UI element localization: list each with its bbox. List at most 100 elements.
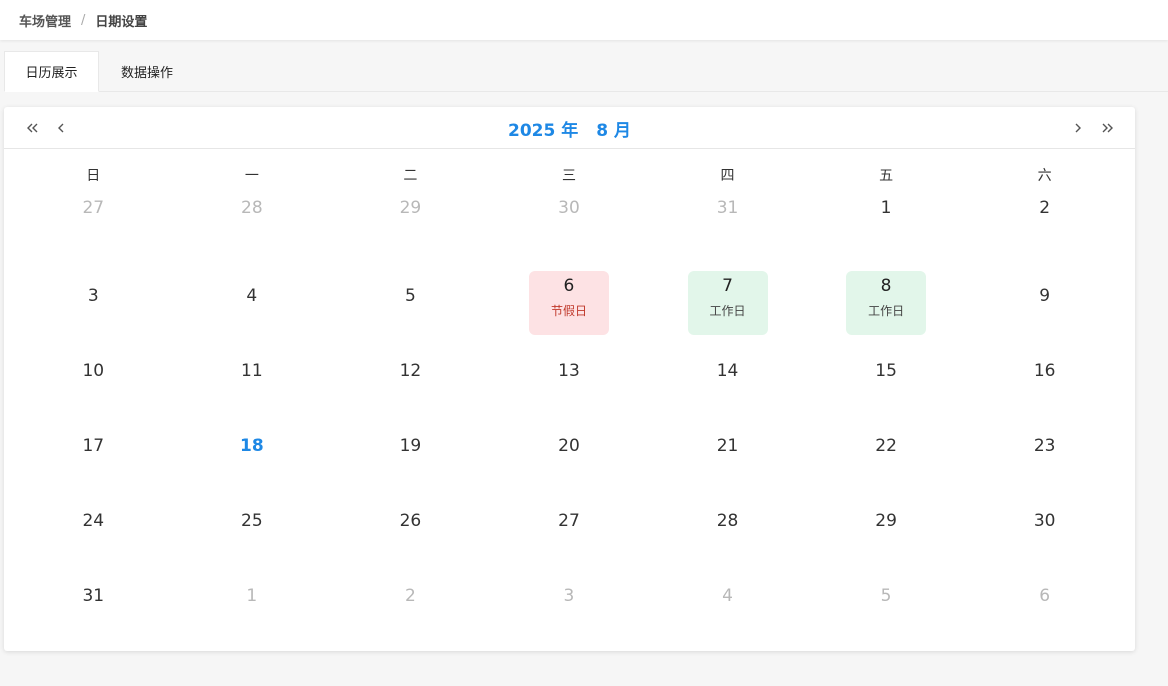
day-number: 7 — [722, 276, 733, 296]
weekday-header-row: 日 一 二 三 四 五 六 — [14, 165, 1124, 185]
calendar-day-other-month[interactable]: 29 — [331, 190, 490, 265]
tab-calendar-view[interactable]: 日历展示 — [4, 51, 99, 92]
calendar-day[interactable]: 23 — [965, 410, 1124, 485]
calendar-day[interactable]: 17 — [14, 410, 173, 485]
day-number: 14 — [716, 361, 739, 381]
calendar-day[interactable]: 27 — [490, 485, 649, 560]
day-number: 20 — [558, 436, 580, 456]
calendar-day-other-month[interactable]: 6 — [965, 560, 1124, 635]
calendar-day[interactable]: 2 — [965, 190, 1124, 265]
breadcrumb-current: 日期设置 — [95, 14, 148, 30]
day-number: 10 — [82, 361, 105, 381]
day-number: 4 — [722, 586, 733, 606]
day-number: 30 — [1033, 511, 1056, 531]
calendar-day[interactable]: 19 — [331, 410, 490, 485]
calendar-week-row: 31 1 2 3 4 5 6 — [14, 560, 1124, 635]
calendar-day[interactable]: 3 — [14, 260, 173, 335]
calendar-day[interactable]: 13 — [490, 335, 649, 410]
day-number: 3 — [87, 286, 99, 306]
calendar-day[interactable]: 24 — [14, 485, 173, 560]
holiday-label: 节假日 — [550, 304, 587, 318]
calendar-day[interactable]: 25 — [173, 485, 332, 560]
calendar-day[interactable]: 4 — [173, 260, 332, 335]
day-number: 11 — [241, 361, 263, 381]
day-number: 25 — [241, 511, 263, 531]
calendar-title: 2025 年 8 月 — [4, 116, 1135, 141]
calendar-day-other-month[interactable]: 31 — [648, 190, 807, 265]
weekday-fri: 五 — [879, 168, 894, 184]
day-number: 1 — [880, 198, 892, 218]
day-number: 12 — [399, 361, 422, 381]
day-number: 30 — [558, 198, 580, 218]
calendar-week-row: 24 25 26 27 28 29 30 — [14, 485, 1124, 560]
day-number: 31 — [716, 198, 739, 218]
day-number: 15 — [875, 361, 897, 381]
day-number: 21 — [716, 436, 739, 456]
double-chevron-right-icon[interactable] — [1098, 119, 1116, 137]
calendar-day-other-month[interactable]: 27 — [14, 190, 173, 265]
day-number: 6 — [563, 276, 575, 296]
calendar-day-other-month[interactable]: 2 — [331, 560, 490, 635]
calendar-day[interactable]: 9 — [965, 260, 1124, 335]
calendar-day-other-month[interactable]: 28 — [173, 190, 332, 265]
calendar-day[interactable]: 10 — [14, 335, 173, 410]
calendar-day[interactable]: 14 — [648, 335, 807, 410]
weekday-tue: 二 — [403, 168, 418, 184]
calendar-day-other-month[interactable]: 1 — [173, 560, 332, 635]
chevron-right-icon[interactable] — [1069, 119, 1087, 137]
workday-label: 工作日 — [709, 304, 746, 318]
calendar-day[interactable]: 12 — [331, 335, 490, 410]
calendar-day[interactable]: 30 — [965, 485, 1124, 560]
tab-bar: 日历展示 数据操作 — [4, 51, 1168, 92]
tab-data-operation[interactable]: 数据操作 — [99, 51, 195, 91]
calendar-day-today[interactable]: 18 — [173, 410, 332, 485]
calendar-day-other-month[interactable]: 30 — [490, 190, 649, 265]
calendar-day[interactable]: 1 — [807, 190, 966, 265]
day-number: 9 — [1039, 286, 1051, 306]
calendar-day[interactable]: 7 工作日 — [648, 260, 807, 335]
weekday-sat: 六 — [1037, 168, 1052, 184]
day-number: 1 — [246, 586, 258, 606]
breadcrumb-parent[interactable]: 车场管理 — [19, 11, 71, 30]
calendar-year[interactable]: 2025 年 — [508, 116, 578, 141]
workday-label: 工作日 — [868, 304, 905, 318]
calendar-day[interactable]: 11 — [173, 335, 332, 410]
weekday-wed: 三 — [561, 168, 576, 184]
calendar-day[interactable]: 22 — [807, 410, 966, 485]
calendar-day[interactable]: 5 — [331, 260, 490, 335]
calendar-day[interactable]: 8 工作日 — [807, 260, 966, 335]
day-number: 5 — [880, 586, 892, 606]
weekday-thu: 四 — [720, 168, 735, 184]
calendar-day[interactable]: 29 — [807, 485, 966, 560]
day-number: 18 — [240, 436, 264, 456]
day-number: 5 — [404, 286, 416, 306]
day-number: 27 — [558, 511, 580, 531]
day-number: 24 — [82, 511, 105, 531]
calendar-day-other-month[interactable]: 3 — [490, 560, 649, 635]
calendar-day[interactable]: 31 — [14, 560, 173, 635]
holiday-marker: 6 节假日 — [528, 271, 609, 335]
calendar-day[interactable]: 15 — [807, 335, 966, 410]
calendar-day[interactable]: 16 — [965, 335, 1124, 410]
day-number: 27 — [82, 198, 105, 218]
workday-marker: 8 工作日 — [846, 271, 927, 335]
calendar-month[interactable]: 8 月 — [596, 116, 631, 141]
day-number: 29 — [875, 511, 897, 531]
calendar-day[interactable]: 21 — [648, 410, 807, 485]
calendar-day[interactable]: 28 — [648, 485, 807, 560]
calendar-day[interactable]: 26 — [331, 485, 490, 560]
day-number: 13 — [558, 361, 580, 381]
calendar-panel: 2025 年8 月 日 一 二 三 四 五 六 27 28 29 30 31 1 2 3 4 5 6… — [4, 107, 1135, 651]
calendar-day[interactable]: 6 节假日 — [490, 260, 649, 335]
calendar-day[interactable]: 20 — [490, 410, 649, 485]
weekday-sun: 日 — [86, 168, 101, 184]
day-number: 28 — [241, 198, 263, 218]
calendar-day-other-month[interactable]: 4 — [648, 560, 807, 635]
calendar-week-row: 17 18 19 20 21 22 23 — [14, 410, 1124, 485]
top-bar: 车场管理 / 日期设置 — [0, 0, 1168, 40]
calendar-day-other-month[interactable]: 5 — [807, 560, 966, 635]
calendar-week-row: 27 28 29 30 31 1 2 — [14, 190, 1124, 265]
day-number: 17 — [82, 436, 105, 456]
day-number: 31 — [82, 586, 105, 606]
calendar-week-row: 3 4 5 6 节假日 7 工作日 8 工作日 9 — [14, 260, 1124, 335]
